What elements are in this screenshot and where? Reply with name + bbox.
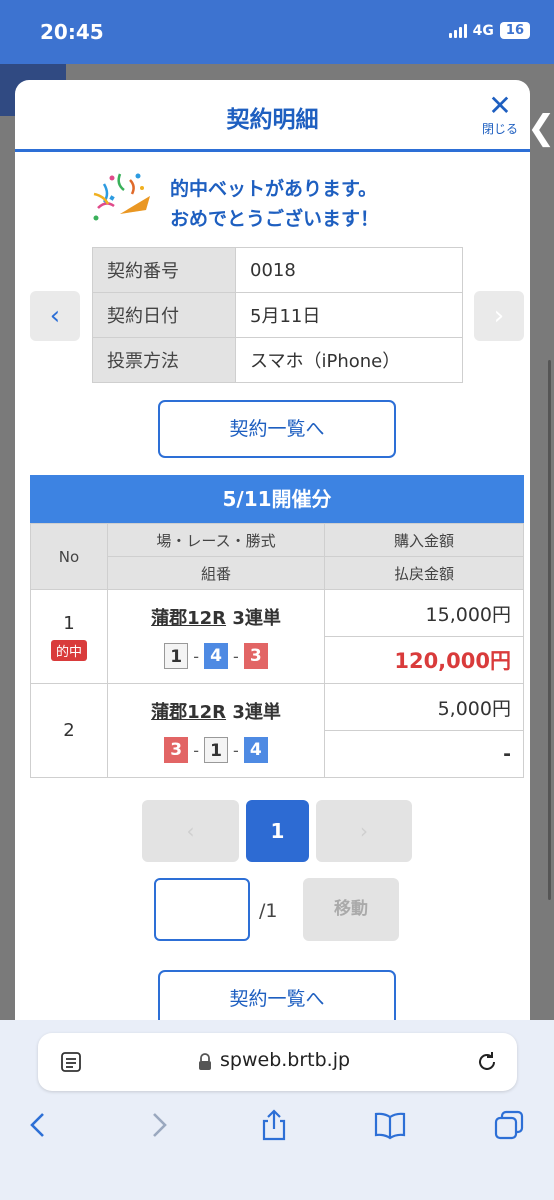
bookmarks-icon[interactable] — [373, 1108, 407, 1142]
contract-list-button[interactable]: 契約一覧へ — [158, 400, 396, 458]
scroll-indicator[interactable] — [548, 360, 551, 900]
contract-list-button-bottom[interactable]: 契約一覧へ — [158, 970, 396, 1025]
info-label: 契約番号 — [92, 247, 236, 293]
next-contract-button[interactable]: › — [474, 291, 524, 341]
bet-type: 3連単 — [232, 608, 281, 629]
contract-info-table: 契約番号 0018 契約日付 5月11日 投票方法 スマホ（iPhone） — [92, 247, 463, 383]
info-row: 投票方法 スマホ（iPhone） — [92, 337, 463, 383]
modal-title: 契約明細 — [226, 107, 319, 133]
payout-amount: - — [324, 730, 524, 778]
prev-contract-button[interactable]: ‹ — [30, 291, 80, 341]
race-cell: 蒲郡12R 3連単 1 - 4 - 3 — [107, 589, 325, 684]
boat-number: 3 — [243, 643, 268, 669]
signal-icon — [448, 23, 467, 38]
purchase-amount: 15,000円 — [324, 589, 524, 637]
chevron-left-icon: ‹ — [49, 301, 61, 331]
hit-message-line1: 的中ベットがあります。 — [170, 178, 378, 200]
reload-icon[interactable] — [475, 1050, 499, 1074]
race-cell: 蒲郡12R 3連単 3 - 1 - 4 — [107, 683, 325, 778]
boat-number: 4 — [243, 737, 268, 763]
lock-icon — [199, 1053, 211, 1070]
hit-message: 的中ベットがあります。 おめでとうございます！ — [90, 170, 450, 230]
table-row: 1 的中 蒲郡12R 3連単 1 - 4 - 3 15,000円 — [30, 589, 524, 684]
bet-no-cell: 2 — [30, 683, 108, 778]
bet-table: No 場・レース・勝式 購入金額 組番 払戻金額 1 的中 蒲郡12R 3連単 … — [30, 523, 524, 778]
chevron-right-icon: › — [493, 301, 505, 331]
info-label: 投票方法 — [92, 337, 236, 383]
purchase-amount: 5,000円 — [324, 683, 524, 731]
hit-message-line2: おめでとうございます！ — [170, 208, 380, 230]
close-icon: ✕ — [488, 89, 512, 122]
party-popper-icon — [93, 173, 150, 221]
bet-no: 2 — [63, 720, 75, 741]
info-label: 契約日付 — [92, 292, 236, 338]
col-header-purchase: 購入金額 — [324, 523, 524, 557]
col-header-race: 場・レース・勝式 — [107, 523, 325, 557]
race-line: 蒲郡12R 3連単 — [108, 604, 324, 630]
info-value: 5月11日 — [235, 292, 463, 338]
status-bar: 20:45 4G 16 — [0, 0, 554, 64]
bet-type: 3連単 — [232, 702, 281, 723]
info-value: 0018 — [235, 247, 463, 293]
tabs-icon[interactable] — [492, 1108, 526, 1142]
battery-icon: 16 — [499, 22, 530, 39]
col-header-no: No — [30, 523, 108, 590]
browser-toolbar: spweb.brtb.jp — [0, 1020, 554, 1200]
url-text: spweb.brtb.jp — [220, 1049, 351, 1071]
address-bar[interactable]: spweb.brtb.jp — [38, 1033, 517, 1091]
payout-amount: 120,000円 — [324, 636, 524, 684]
back-icon[interactable] — [22, 1108, 56, 1142]
hit-message-text: 的中ベットがあります。 おめでとうございます！ — [170, 174, 379, 234]
table-header-row: No 場・レース・勝式 購入金額 — [30, 523, 524, 590]
bet-no: 1 — [63, 612, 75, 634]
page-total: /1 — [259, 900, 278, 922]
race-venue-link[interactable]: 蒲郡12R — [151, 702, 226, 723]
contract-detail-modal: 契約明細 ✕ 閉じる 的中ベットがあります。 おめでとうございます！ ‹ › 契… — [15, 80, 530, 1025]
network-label: 4G — [472, 22, 494, 39]
pager-prev-button[interactable]: ‹ — [142, 800, 239, 862]
pager-next-button[interactable]: › — [316, 800, 412, 862]
reader-mode-icon[interactable] — [60, 1051, 82, 1073]
close-button[interactable]: ✕ 閉じる — [476, 92, 524, 142]
combination: 1 - 4 - 3 — [108, 643, 324, 669]
combination: 3 - 1 - 4 — [108, 737, 324, 763]
status-right: 4G 16 — [448, 22, 530, 39]
move-button[interactable]: 移動 — [303, 878, 399, 941]
page-number-input[interactable] — [154, 878, 250, 941]
race-line: 蒲郡12R 3連単 — [108, 698, 324, 724]
session-header: 5/11開催分 — [30, 475, 524, 523]
forward-icon[interactable] — [141, 1108, 175, 1142]
share-icon[interactable] — [257, 1108, 291, 1142]
boat-number: 4 — [204, 643, 228, 669]
hit-badge: 的中 — [50, 639, 87, 661]
boat-number: 1 — [204, 737, 228, 763]
side-chevron-icon[interactable]: ❮ — [527, 108, 554, 148]
col-header-combo: 組番 — [107, 556, 325, 590]
pager-current-page[interactable]: 1 — [246, 800, 309, 862]
race-venue-link[interactable]: 蒲郡12R — [151, 608, 226, 629]
status-time: 20:45 — [40, 20, 104, 44]
bet-no-cell: 1 的中 — [30, 589, 108, 684]
boat-number: 3 — [164, 737, 189, 763]
boat-number: 1 — [164, 643, 189, 669]
info-row: 契約番号 0018 — [92, 247, 463, 293]
table-row: 2 蒲郡12R 3連単 3 - 1 - 4 5,000円 — [30, 683, 524, 778]
col-header-payout: 払戻金額 — [324, 556, 524, 590]
info-row: 契約日付 5月11日 — [92, 292, 463, 338]
modal-header: 契約明細 ✕ 閉じる — [15, 80, 530, 152]
close-label: 閉じる — [481, 122, 518, 136]
info-value: スマホ（iPhone） — [235, 337, 463, 383]
